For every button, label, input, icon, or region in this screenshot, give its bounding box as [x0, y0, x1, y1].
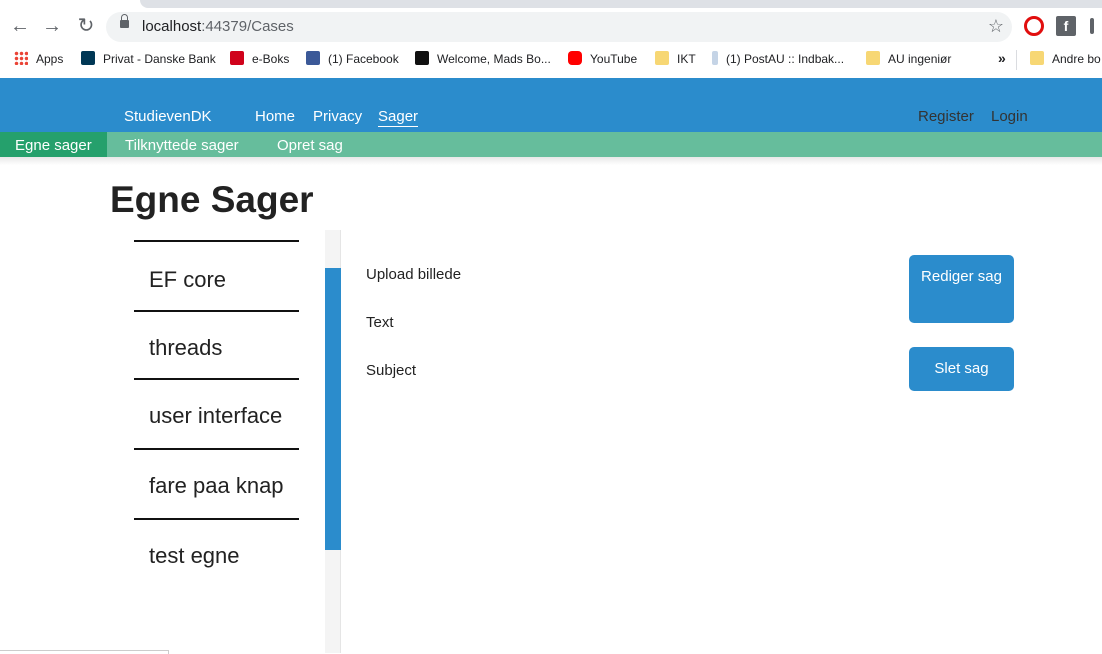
bookmark-blackboard[interactable]: Welcome, Mads Bo...	[415, 50, 551, 68]
facebook-icon	[306, 51, 320, 65]
adblock-extension-icon[interactable]	[1024, 16, 1044, 36]
bookmark-star-icon[interactable]: ☆	[988, 16, 1004, 37]
bookmarks-divider	[1016, 50, 1017, 70]
bookmark-eboks[interactable]: e-Boks	[230, 50, 289, 68]
bookmark-facebook[interactable]: (1) Facebook	[306, 50, 399, 68]
edit-case-button[interactable]: Rediger sag	[909, 255, 1014, 323]
folder-icon	[866, 51, 880, 65]
case-item-test-egne[interactable]: test egne	[134, 518, 299, 584]
danske-bank-icon	[81, 51, 95, 65]
postau-icon	[712, 51, 718, 65]
subnav-opret-sag[interactable]: Opret sag	[261, 132, 359, 157]
bookmark-au-ingenior[interactable]: AU ingeniør	[866, 50, 951, 68]
url-text: localhost:44379/Cases	[142, 18, 294, 35]
bookmark-andre[interactable]: Andre bo	[1030, 50, 1101, 68]
delete-case-button[interactable]: Slet sag	[909, 347, 1014, 391]
forward-icon[interactable]: →	[40, 14, 64, 38]
bookmark-label: IKT	[677, 52, 696, 66]
bookmark-apps[interactable]: Apps	[14, 50, 63, 68]
case-item-ef-core[interactable]: EF core	[134, 240, 299, 310]
apps-grid-icon	[14, 51, 28, 65]
subject-label: Subject	[366, 362, 417, 379]
extension-icon[interactable]	[1086, 16, 1102, 36]
bookmark-label: Apps	[36, 52, 64, 66]
bookmark-label: e-Boks	[252, 52, 290, 66]
bookmark-label: AU ingeniør	[888, 52, 952, 66]
page-title: Egne Sager	[110, 179, 314, 220]
url-host: localhost	[142, 18, 202, 35]
status-bar-edge	[0, 650, 169, 654]
case-list: EF core threads user interface fare paa …	[134, 240, 299, 584]
bookmarks-more-icon[interactable]: »	[998, 50, 1006, 66]
folder-icon	[1030, 51, 1044, 65]
folder-icon	[655, 51, 669, 65]
register-link[interactable]: Register	[918, 108, 974, 125]
youtube-icon	[568, 51, 582, 65]
reload-icon[interactable]: ↻	[74, 14, 98, 38]
back-icon[interactable]: ←	[8, 14, 32, 38]
bookmark-danske-bank[interactable]: Privat - Danske Bank	[81, 50, 216, 68]
eboks-icon	[230, 51, 244, 65]
bookmark-label: Andre bo	[1052, 52, 1101, 66]
bookmark-label: (1) Facebook	[328, 52, 399, 66]
address-bar[interactable]: localhost:44379/Cases ☆	[106, 12, 1012, 42]
bookmarks-bar: Apps Privat - Danske Bank e-Boks (1) Fac…	[0, 46, 1102, 72]
bookmark-label: (1) PostAU :: Indbak...	[726, 52, 845, 66]
case-item-user-interface[interactable]: user interface	[134, 378, 299, 448]
text-label: Text	[366, 314, 394, 331]
nav-home[interactable]: Home	[255, 108, 295, 125]
blackboard-icon	[415, 51, 429, 65]
brand-link[interactable]: StudievenDK	[124, 108, 212, 125]
bookmark-label: Welcome, Mads Bo...	[437, 52, 551, 66]
lock-icon	[120, 14, 129, 28]
login-link[interactable]: Login	[991, 108, 1028, 125]
url-path: :44379/Cases	[201, 18, 294, 35]
subnav-egne-sager[interactable]: Egne sager	[0, 132, 107, 157]
tab-strip	[140, 0, 1102, 8]
facebook-extension-icon[interactable]: f	[1056, 16, 1076, 36]
browser-chrome: ← → ↻ localhost:44379/Cases ☆ f Apps Pri…	[0, 0, 1102, 78]
site-navbar: StudievenDK Home Privacy Sager Register …	[0, 78, 1102, 132]
case-item-fare-paa-knap[interactable]: fare paa knap	[134, 448, 299, 518]
nav-sager[interactable]: Sager	[378, 108, 419, 127]
bookmark-ikt[interactable]: IKT	[655, 50, 696, 68]
bookmark-youtube[interactable]: YouTube	[568, 50, 637, 68]
sub-navbar: Egne sager Tilknyttede sager Opret sag	[0, 132, 1102, 157]
scrollbar-thumb[interactable]	[325, 268, 341, 550]
nav-privacy[interactable]: Privacy	[313, 108, 362, 125]
bookmark-label: Privat - Danske Bank	[103, 52, 216, 66]
subnav-tilknyttede-sager[interactable]: Tilknyttede sager	[109, 132, 255, 157]
case-item-threads[interactable]: threads	[134, 310, 299, 378]
navbar-shadow	[0, 157, 1102, 165]
upload-image-label[interactable]: Upload billede	[366, 266, 461, 283]
bookmark-postau[interactable]: (1) PostAU :: Indbak...	[712, 50, 844, 68]
bookmark-label: YouTube	[590, 52, 638, 66]
